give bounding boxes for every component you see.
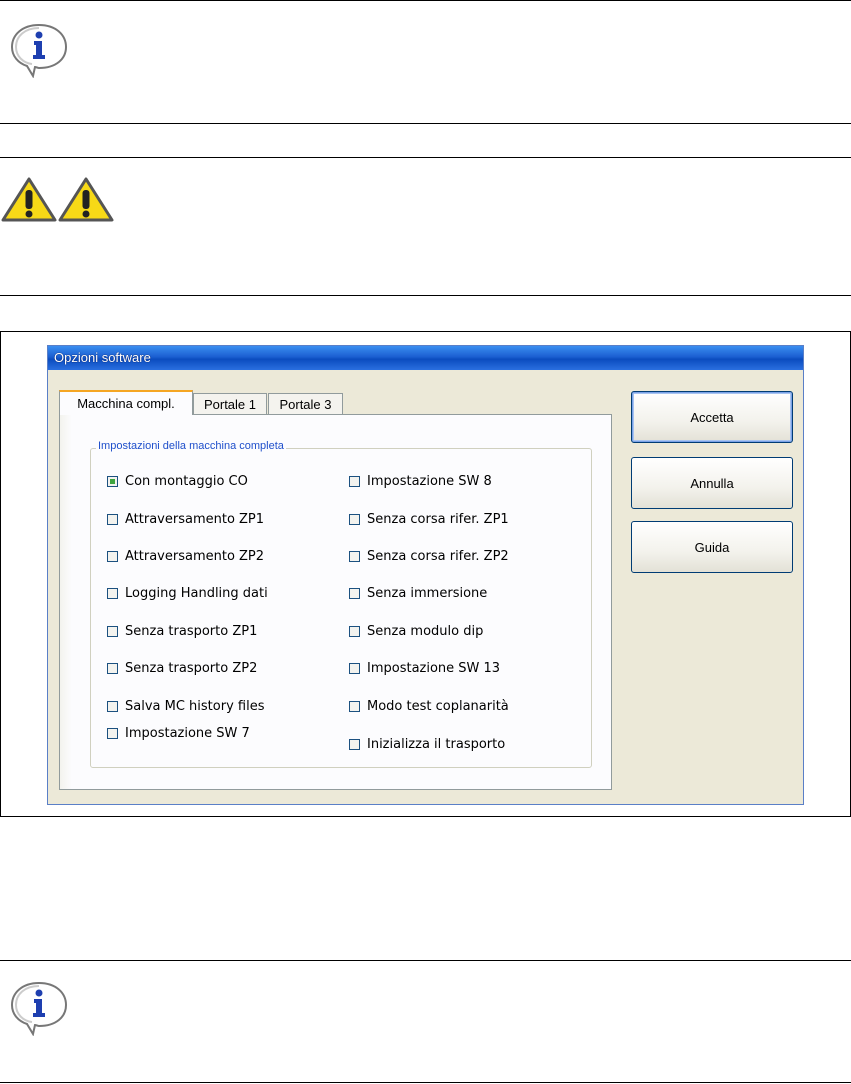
info-icon xyxy=(8,22,70,82)
tab-label: Portale 3 xyxy=(279,397,332,412)
tab-portale-3[interactable]: Portale 3 xyxy=(268,393,343,415)
dialog-title: Opzioni software xyxy=(54,350,151,365)
checkbox-box[interactable] xyxy=(349,587,360,599)
checkbox-senza-corsa-rifer-zp1[interactable]: Senza corsa rifer. ZP1 xyxy=(349,510,509,528)
checkbox-senza-trasporto-zp1[interactable]: Senza trasporto ZP1 xyxy=(107,622,257,640)
checkbox-con-montaggio-co[interactable]: Con montaggio CO xyxy=(107,472,248,490)
tab-label: Macchina compl. xyxy=(77,396,175,411)
bottom-info-top-rule xyxy=(0,960,851,961)
annulla-button[interactable]: Annulla xyxy=(631,457,793,509)
checkbox-label: Senza corsa rifer. ZP2 xyxy=(367,548,509,564)
checkbox-box[interactable] xyxy=(349,475,360,487)
checkbox-label: Inizializza il trasporto xyxy=(367,736,506,752)
checkbox-senza-corsa-rifer-zp2[interactable]: Senza corsa rifer. ZP2 xyxy=(349,547,509,565)
warning-icon xyxy=(57,176,115,227)
warning-bottom-rule xyxy=(0,295,851,296)
checkbox-box[interactable] xyxy=(107,662,118,674)
checkbox-box[interactable] xyxy=(107,513,118,525)
checkbox-senza-immersione[interactable]: Senza immersione xyxy=(349,584,487,602)
checkbox-label: Attraversamento ZP2 xyxy=(125,548,265,564)
checkbox-box[interactable] xyxy=(349,550,360,562)
checkbox-modo-test-coplanarita[interactable]: Modo test coplanarità xyxy=(349,697,509,715)
options-dialog: Opzioni software Macchina compl. Portale… xyxy=(47,345,804,805)
checkbox-attraversamento-zp2[interactable]: Attraversamento ZP2 xyxy=(107,547,264,565)
checkbox-impostazione-sw-7[interactable]: Impostazione SW 7 xyxy=(107,724,250,742)
checkbox-label: Modo test coplanarità xyxy=(367,698,509,714)
top-rule xyxy=(0,0,851,1)
checkbox-senza-trasporto-zp2[interactable]: Senza trasporto ZP2 xyxy=(107,659,257,677)
tab-label: Portale 1 xyxy=(203,397,257,412)
checkbox-box[interactable] xyxy=(349,662,360,674)
checkbox-box[interactable] xyxy=(107,625,118,637)
checkbox-box[interactable] xyxy=(107,727,118,739)
checkbox-salva-mc-history-files[interactable]: Salva MC history files xyxy=(107,697,264,715)
checkbox-senza-modulo-dip[interactable]: Senza modulo dip xyxy=(349,622,483,640)
checkbox-box[interactable] xyxy=(349,625,360,637)
warning-icon xyxy=(0,176,58,227)
checkbox-label: Salva MC history files xyxy=(125,698,265,714)
checkbox-box[interactable] xyxy=(349,700,360,712)
checkbox-label: Senza corsa rifer. ZP1 xyxy=(367,511,509,527)
checkbox-label: Impostazione SW 8 xyxy=(367,473,492,489)
checkbox-logging-handling-dati[interactable]: Logging Handling dati xyxy=(107,584,268,602)
checkbox-label: Impostazione SW 7 xyxy=(125,725,250,741)
bottom-info-bottom-rule xyxy=(0,1082,851,1083)
checkbox-box[interactable] xyxy=(349,738,360,750)
checkbox-label: Senza immersione xyxy=(367,585,488,601)
checkbox-box[interactable] xyxy=(107,700,118,712)
tab-portale-1[interactable]: Portale 1 xyxy=(193,393,267,415)
checkbox-label: Logging Handling dati xyxy=(125,585,268,601)
tab-macchina-compl[interactable]: Macchina compl. xyxy=(59,390,193,415)
checkbox-attraversamento-zp1[interactable]: Attraversamento ZP1 xyxy=(107,510,264,528)
checkbox-box[interactable] xyxy=(107,475,118,487)
warning-top-rule xyxy=(0,157,851,158)
accetta-button[interactable]: Accetta xyxy=(631,391,793,443)
checkbox-label: Impostazione SW 13 xyxy=(367,660,501,676)
info-icon xyxy=(8,980,70,1040)
checkbox-label: Con montaggio CO xyxy=(125,473,248,489)
checkbox-label: Senza trasporto ZP2 xyxy=(125,660,258,676)
checkbox-inizializza-il-trasporto[interactable]: Inizializza il trasporto xyxy=(349,735,505,753)
checkbox-impostazione-sw-8[interactable]: Impostazione SW 8 xyxy=(349,472,492,490)
checkbox-impostazione-sw-13[interactable]: Impostazione SW 13 xyxy=(349,659,500,677)
info-bottom-rule xyxy=(0,123,851,124)
checkbox-label: Attraversamento ZP1 xyxy=(125,511,265,527)
dialog-title-bar[interactable]: Opzioni software xyxy=(48,346,803,370)
machine-settings-group xyxy=(90,448,592,768)
group-title: Impostazioni della macchina completa xyxy=(96,440,286,452)
checkbox-box[interactable] xyxy=(107,550,118,562)
checkbox-label: Senza trasporto ZP1 xyxy=(125,623,258,639)
checkbox-box[interactable] xyxy=(349,513,360,525)
checkbox-label: Senza modulo dip xyxy=(367,623,484,639)
guida-button[interactable]: Guida xyxy=(631,521,793,573)
checkbox-box[interactable] xyxy=(107,587,118,599)
